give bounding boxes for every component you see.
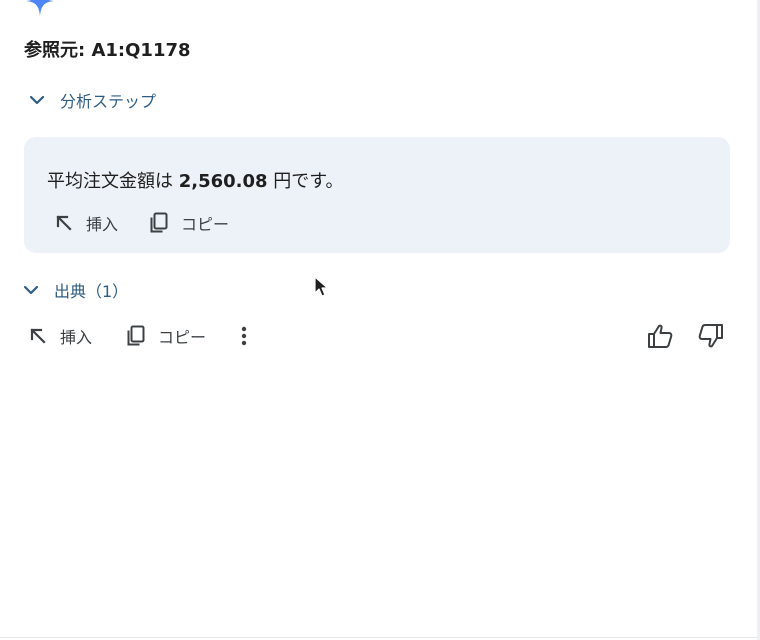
analysis-steps-toggle[interactable]: 分析ステップ (28, 88, 156, 112)
more-vert-icon[interactable] (232, 324, 256, 348)
mouse-cursor-icon (314, 276, 329, 297)
analysis-steps-label: 分析ステップ (60, 92, 157, 111)
answer-card: 平均注文金額は 2,560.08 円です。 挿入 コピー (24, 137, 730, 253)
gemini-side-panel: 参照元: A1:Q1178 分析ステップ 平均注文金額は 2,560.08 円で… (0, 0, 760, 640)
copy-button[interactable]: コピー (124, 324, 206, 348)
answer-value: 2,560.08 (178, 171, 268, 192)
arrow-up-left-icon (30, 328, 46, 344)
panel-bottom-edge (0, 637, 757, 638)
sources-toggle[interactable]: 出典（1） (22, 278, 128, 302)
copy-icon (150, 212, 168, 233)
thumb-down-icon[interactable] (697, 322, 725, 350)
thumb-up-icon[interactable] (646, 322, 674, 350)
copy-icon (127, 325, 145, 346)
arrow-up-left-icon (56, 215, 72, 231)
gemini-sparkle-icon (26, 0, 54, 16)
reference-title: 参照元: A1:Q1178 (24, 40, 191, 61)
answer-suffix: 円です。 (267, 171, 344, 192)
insert-button[interactable]: 挿入 (26, 324, 92, 348)
answer-insert-button[interactable]: 挿入 (52, 211, 118, 235)
chevron-down-icon (23, 285, 39, 295)
copy-label: コピー (158, 328, 207, 347)
sources-label: 出典（1） (54, 282, 129, 301)
answer-insert-label: 挿入 (86, 215, 119, 234)
chevron-down-icon (29, 95, 45, 105)
answer-text: 平均注文金額は 2,560.08 円です。 (47, 167, 343, 193)
answer-prefix: 平均注文金額は (47, 171, 179, 192)
insert-label: 挿入 (60, 328, 93, 347)
answer-copy-label: コピー (181, 215, 230, 234)
answer-copy-button[interactable]: コピー (147, 211, 229, 235)
